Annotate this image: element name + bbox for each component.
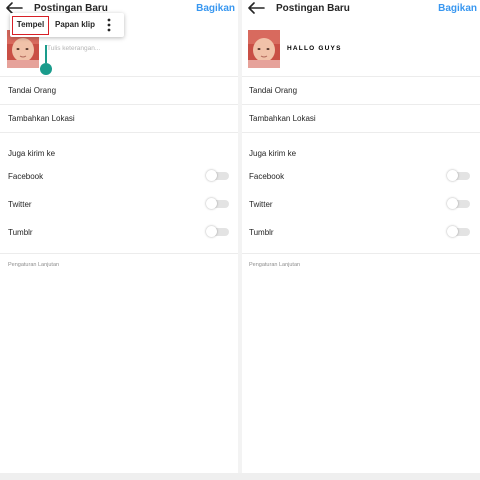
back-arrow-icon[interactable] bbox=[247, 1, 265, 15]
facebook-label: Facebook bbox=[8, 172, 44, 181]
share-to-heading: Juga kirim ke bbox=[249, 149, 297, 158]
facebook-toggle[interactable] bbox=[447, 170, 470, 181]
text-cursor-handle-icon[interactable] bbox=[39, 45, 53, 77]
more-options-icon[interactable] bbox=[104, 17, 114, 33]
tumblr-toggle[interactable] bbox=[206, 226, 229, 237]
divider bbox=[242, 76, 480, 77]
divider bbox=[0, 104, 238, 105]
header: Postingan Baru Bagikan bbox=[242, 0, 480, 20]
add-location-row[interactable]: Tambahkan Lokasi bbox=[8, 114, 75, 123]
facebook-toggle[interactable] bbox=[206, 170, 229, 181]
clipboard-menu-item[interactable]: Papan klip bbox=[55, 20, 95, 29]
divider bbox=[0, 253, 238, 254]
twitter-label: Twitter bbox=[249, 200, 273, 209]
facebook-label: Facebook bbox=[249, 172, 285, 181]
advanced-settings-link[interactable]: Pengaturan Lanjutan bbox=[249, 262, 300, 268]
twitter-toggle[interactable] bbox=[206, 198, 229, 209]
share-button[interactable]: Bagikan bbox=[438, 3, 477, 14]
paste-menu-item[interactable]: Tempel bbox=[12, 16, 49, 35]
caption-input[interactable]: Tulis keterangan... bbox=[47, 45, 100, 52]
tag-people-row[interactable]: Tandai Orang bbox=[8, 86, 56, 95]
caption-input[interactable]: HALLO GUYS bbox=[287, 45, 342, 52]
add-location-row[interactable]: Tambahkan Lokasi bbox=[249, 114, 316, 123]
divider bbox=[242, 104, 480, 105]
divider bbox=[0, 76, 238, 77]
text-context-menu: Tempel Papan klip bbox=[10, 13, 124, 37]
share-button[interactable]: Bagikan bbox=[196, 3, 235, 14]
post-thumbnail bbox=[248, 30, 280, 68]
tumblr-label: Tumblr bbox=[249, 228, 274, 237]
bottom-bar bbox=[0, 473, 480, 480]
left-screen: Postingan Baru Bagikan Tulis keterangan.… bbox=[0, 0, 238, 480]
divider bbox=[242, 253, 480, 254]
twitter-label: Twitter bbox=[8, 200, 32, 209]
divider bbox=[0, 132, 238, 133]
tag-people-row[interactable]: Tandai Orang bbox=[249, 86, 297, 95]
divider bbox=[242, 132, 480, 133]
share-to-heading: Juga kirim ke bbox=[8, 149, 56, 158]
advanced-settings-link[interactable]: Pengaturan Lanjutan bbox=[8, 262, 59, 268]
tumblr-label: Tumblr bbox=[8, 228, 33, 237]
tumblr-toggle[interactable] bbox=[447, 226, 470, 237]
page-title: Postingan Baru bbox=[276, 3, 350, 14]
right-screen: Postingan Baru Bagikan HALLO GUYS Tandai… bbox=[242, 0, 480, 480]
twitter-toggle[interactable] bbox=[447, 198, 470, 209]
